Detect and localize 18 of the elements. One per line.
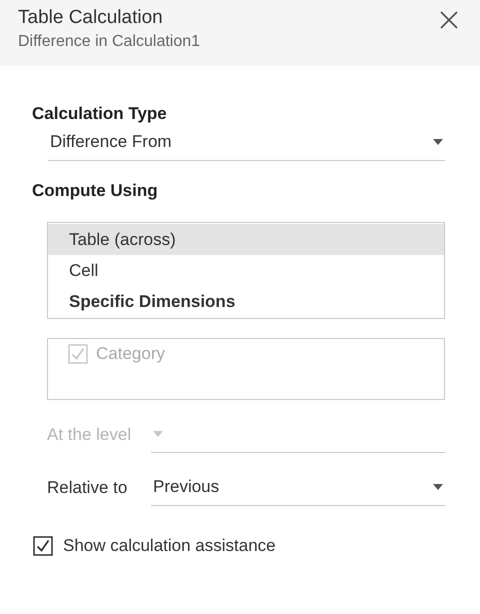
- close-icon[interactable]: [440, 11, 458, 29]
- checkbox-label: Show calculation assistance: [63, 536, 276, 556]
- checkbox[interactable]: [33, 536, 53, 556]
- section-heading: Calculation Type: [32, 104, 168, 124]
- relative-to-dropdown[interactable]: Previous: [151, 469, 445, 506]
- caret-icon: [433, 484, 443, 490]
- list-item[interactable]: Cell: [48, 255, 444, 286]
- checkbox-label: Category: [96, 344, 165, 364]
- dialog-subtitle: Difference in Calculation1: [18, 33, 200, 51]
- section-heading: Compute Using: [32, 181, 159, 201]
- list-item[interactable]: Table (across): [48, 224, 444, 255]
- caret-icon: [433, 139, 443, 145]
- caret-icon: [153, 431, 163, 437]
- field-label: Relative to: [47, 478, 128, 499]
- list-item[interactable]: Specific Dimensions: [48, 286, 444, 317]
- dialog-title: Table Calculation: [18, 7, 164, 29]
- field-label: At the level: [47, 425, 132, 446]
- calculation-type-dropdown[interactable]: Difference From: [48, 124, 445, 161]
